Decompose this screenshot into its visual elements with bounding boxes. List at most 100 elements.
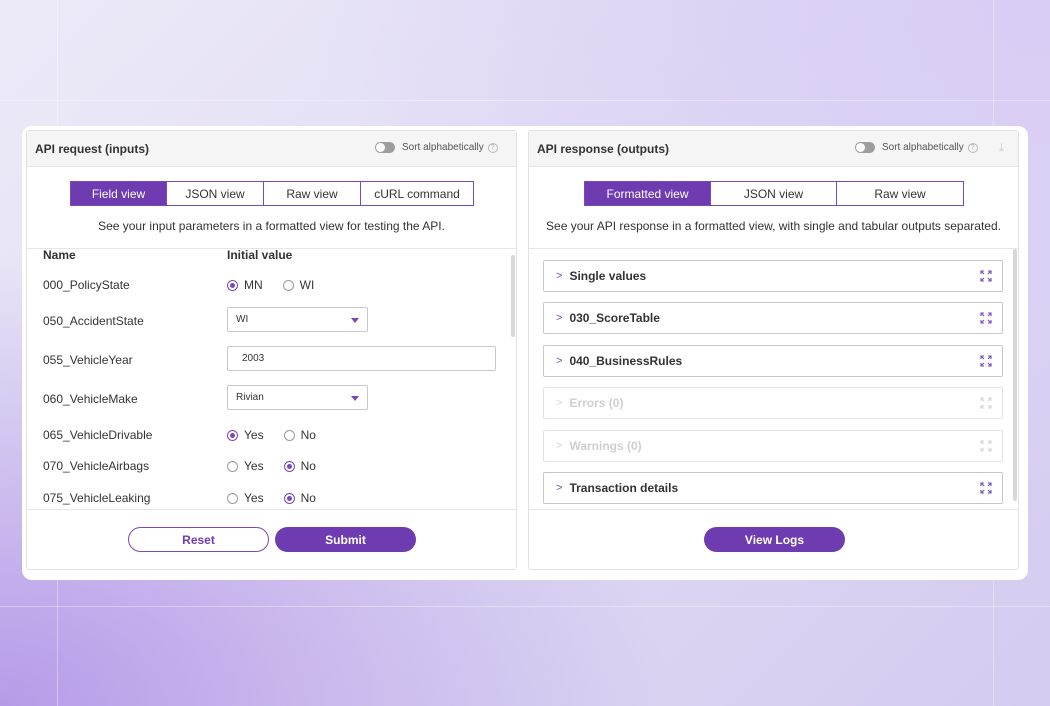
- expand-icon: [980, 440, 992, 452]
- radio-label: WI: [299, 278, 315, 292]
- divider: [27, 509, 516, 510]
- radio-button[interactable]: [283, 460, 295, 472]
- radio-button[interactable]: [283, 492, 295, 504]
- field-label-vehicle-drivable: 065_VehicleDrivable: [43, 428, 153, 442]
- input-value: 2003: [242, 353, 265, 364]
- radio-label: Yes: [244, 459, 264, 473]
- expand-icon[interactable]: [980, 312, 992, 324]
- section-label: 040_BusinessRules: [569, 354, 683, 368]
- select-value: Rivian: [236, 392, 264, 403]
- response-panel-header: API response (outputs) Sort alphabetical…: [529, 131, 1018, 167]
- caret-down-icon: [351, 396, 359, 401]
- radio-button[interactable]: [282, 279, 294, 291]
- sort-label: Sort alphabetically: [402, 142, 484, 153]
- tab-raw-view[interactable]: Raw view: [264, 181, 361, 206]
- section-score-table[interactable]: > 030_ScoreTable: [543, 302, 1003, 334]
- radio-option-yes[interactable]: Yes: [227, 459, 264, 473]
- radio-label: Yes: [244, 428, 264, 442]
- section-label: Single values: [569, 269, 647, 283]
- field-label-vehicle-year: 055_VehicleYear: [43, 353, 133, 367]
- vehicle-year-input[interactable]: 2003: [227, 346, 496, 371]
- vehicle-drivable-radio-group: Yes No: [227, 428, 336, 442]
- radio-option-mn[interactable]: MN: [227, 278, 263, 292]
- section-business-rules[interactable]: > 040_BusinessRules: [543, 345, 1003, 377]
- response-view-tabs: Formatted view JSON view Raw view: [584, 181, 964, 206]
- accident-state-select[interactable]: WI: [227, 307, 368, 332]
- radio-button[interactable]: [227, 492, 238, 504]
- reset-button[interactable]: Reset: [128, 527, 269, 552]
- scrollbar[interactable]: [1013, 249, 1017, 501]
- radio-button[interactable]: [227, 279, 238, 291]
- expand-icon[interactable]: [980, 482, 992, 494]
- bg-grid-line: [0, 100, 1050, 101]
- expand-icon: [980, 397, 992, 409]
- expand-icon[interactable]: [980, 355, 992, 367]
- bg-grid-line: [0, 606, 1050, 607]
- section-label: Errors (0): [569, 396, 624, 410]
- tab-formatted-view[interactable]: Formatted view: [584, 181, 711, 206]
- field-label-policy-state: 000_PolicyState: [43, 278, 130, 292]
- radio-button[interactable]: [283, 429, 295, 441]
- question-circle-icon[interactable]: ?: [487, 142, 498, 153]
- view-logs-button[interactable]: View Logs: [704, 527, 845, 552]
- request-panel-header: API request (inputs) Sort alphabetically…: [27, 131, 516, 167]
- chevron-right-icon: >: [556, 270, 563, 282]
- chevron-right-icon: >: [556, 355, 563, 367]
- radio-button[interactable]: [227, 429, 238, 441]
- radio-option-yes[interactable]: Yes: [227, 428, 264, 442]
- caret-down-icon: [351, 318, 359, 323]
- section-label: Transaction details: [569, 481, 679, 495]
- api-tester-card: API request (inputs) Sort alphabetically…: [22, 126, 1028, 580]
- column-header-initial-value: Initial value: [227, 248, 293, 262]
- toggle-switch[interactable]: [855, 142, 875, 153]
- radio-option-yes[interactable]: Yes: [227, 491, 264, 505]
- field-label-vehicle-make: 060_VehicleMake: [43, 392, 138, 406]
- tab-raw-view[interactable]: Raw view: [837, 181, 964, 206]
- tab-field-view[interactable]: Field view: [70, 181, 167, 206]
- response-panel: API response (outputs) Sort alphabetical…: [528, 130, 1019, 570]
- divider: [529, 509, 1018, 510]
- radio-label: MN: [244, 278, 263, 292]
- vehicle-leaking-radio-group: Yes No: [227, 491, 336, 505]
- radio-label: Yes: [244, 491, 264, 505]
- scrollbar[interactable]: [511, 255, 515, 337]
- tab-json-view[interactable]: JSON view: [711, 181, 837, 206]
- question-circle-icon[interactable]: ?: [967, 142, 978, 153]
- section-label: 030_ScoreTable: [569, 311, 660, 325]
- toggle-switch[interactable]: [375, 142, 395, 153]
- column-header-name: Name: [43, 248, 76, 262]
- submit-button[interactable]: Submit: [275, 527, 416, 552]
- radio-option-no[interactable]: No: [283, 459, 316, 473]
- divider: [529, 248, 1018, 249]
- response-sort-toggle[interactable]: Sort alphabetically ?: [855, 142, 978, 153]
- section-label: Warnings (0): [569, 439, 642, 453]
- request-sort-toggle[interactable]: Sort alphabetically ?: [375, 142, 498, 153]
- select-value: WI: [236, 314, 249, 325]
- expand-icon[interactable]: [980, 270, 992, 282]
- tab-curl-command[interactable]: cURL command: [361, 181, 474, 206]
- policy-state-radio-group: MN WI: [227, 278, 334, 292]
- field-label-vehicle-airbags: 070_VehicleAirbags: [43, 459, 150, 473]
- field-label-accident-state: 050_AccidentState: [43, 314, 144, 328]
- download-icon[interactable]: ⤓: [999, 142, 1004, 155]
- radio-button[interactable]: [227, 460, 238, 472]
- request-panel: API request (inputs) Sort alphabetically…: [26, 130, 517, 570]
- request-description: See your input parameters in a formatted…: [98, 219, 445, 233]
- response-description: See your API response in a formatted vie…: [546, 219, 1001, 233]
- request-view-tabs: Field view JSON view Raw view cURL comma…: [70, 181, 474, 206]
- chevron-right-icon: >: [556, 482, 563, 494]
- sort-label: Sort alphabetically: [882, 142, 964, 153]
- radio-option-no[interactable]: No: [283, 428, 316, 442]
- request-panel-title: API request (inputs): [35, 141, 150, 156]
- radio-option-no[interactable]: No: [283, 491, 316, 505]
- vehicle-make-select[interactable]: Rivian: [227, 385, 368, 410]
- section-transaction-details[interactable]: > Transaction details: [543, 472, 1003, 504]
- section-single-values[interactable]: > Single values: [543, 260, 1003, 292]
- section-errors: > Errors (0): [543, 387, 1003, 419]
- radio-option-wi[interactable]: WI: [282, 278, 315, 292]
- tab-json-view[interactable]: JSON view: [167, 181, 264, 206]
- radio-label: No: [300, 459, 316, 473]
- radio-label: No: [300, 491, 316, 505]
- chevron-right-icon: >: [556, 312, 563, 324]
- field-label-vehicle-leaking: 075_VehicleLeaking: [43, 491, 151, 505]
